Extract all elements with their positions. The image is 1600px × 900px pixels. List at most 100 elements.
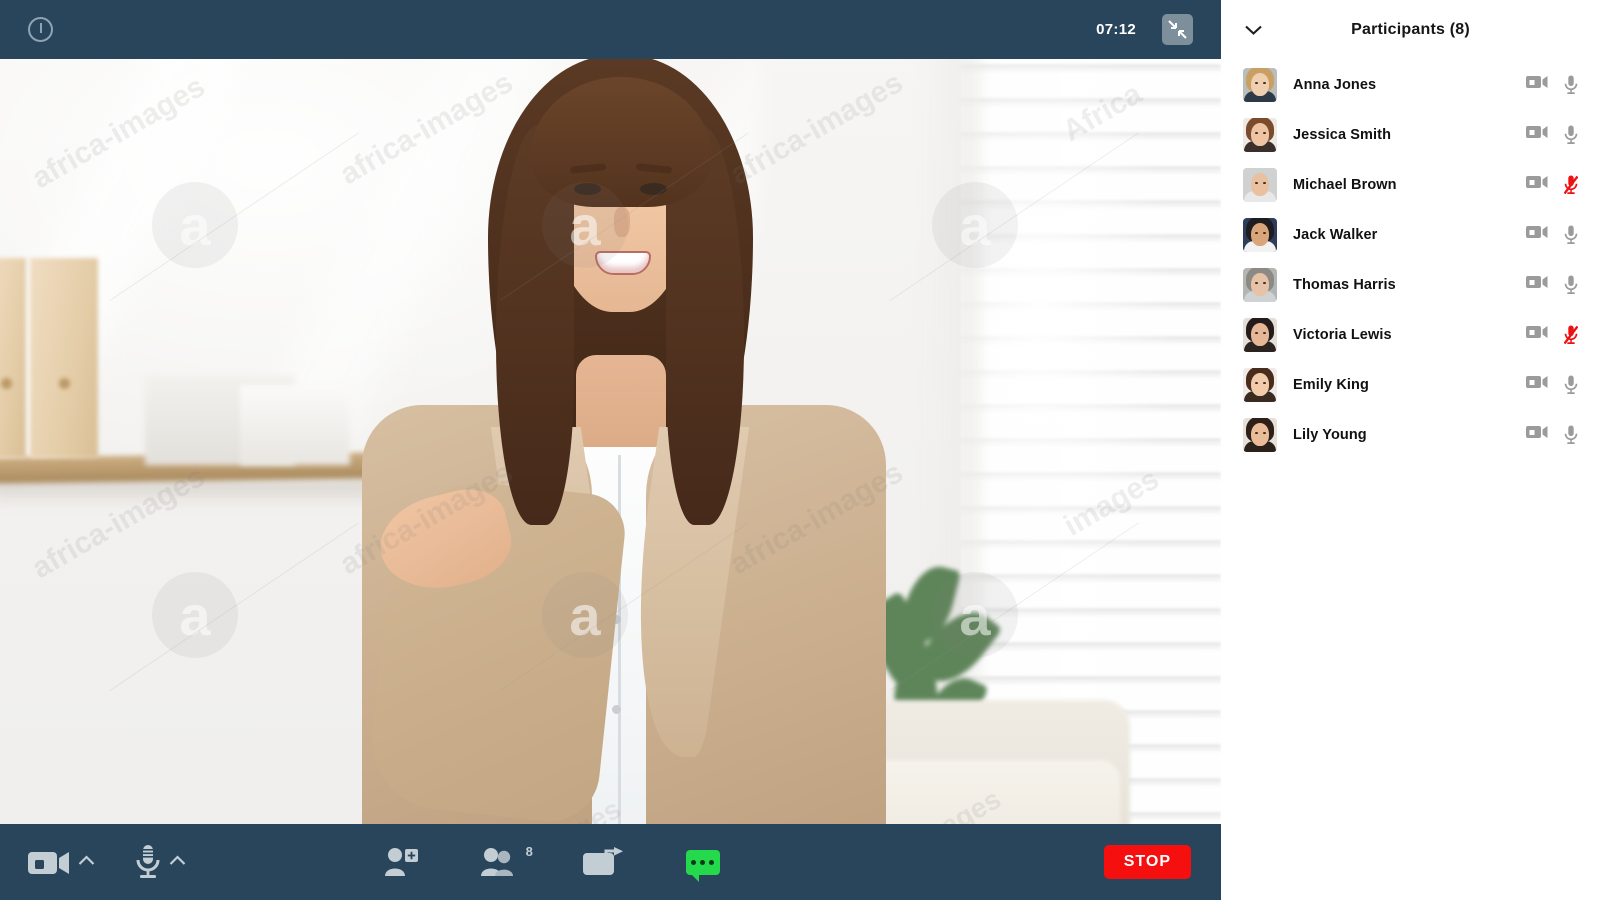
- toggle-microphone-button[interactable]: [135, 844, 161, 880]
- participant-status-icons: [1526, 175, 1578, 195]
- participant-row[interactable]: Victoria Lewis: [1221, 310, 1600, 360]
- share-screen-icon: [582, 847, 623, 875]
- participant-microphone-icon[interactable]: [1564, 225, 1578, 245]
- participant-row[interactable]: Michael Brown: [1221, 160, 1600, 210]
- participant-camera-icon[interactable]: [1526, 375, 1548, 395]
- microphone-icon: [136, 845, 160, 878]
- eye-right: [640, 183, 667, 195]
- video-camera-icon: [1526, 376, 1548, 388]
- participants-panel-header: Participants (8): [1221, 0, 1600, 60]
- video-call-window: a a a a a a africa-images africa-images …: [0, 0, 1600, 900]
- participant-status-icons: [1526, 375, 1578, 395]
- chat-dot: [709, 859, 715, 865]
- avatar: [1243, 268, 1277, 302]
- participants-panel: Participants (8) Anna Jones Jessica Smith…: [1221, 0, 1600, 900]
- chevron-up-icon: [169, 855, 186, 865]
- video-camera-icon: [1526, 426, 1548, 438]
- participant-status-icons: [1526, 225, 1578, 245]
- participant-camera-icon[interactable]: [1526, 425, 1548, 445]
- active-speaker-video: [318, 55, 918, 875]
- microphone-icon: [1564, 275, 1578, 294]
- person-plus-icon: [384, 848, 418, 876]
- participant-microphone-icon[interactable]: [1564, 425, 1578, 445]
- participant-camera-icon[interactable]: [1526, 125, 1548, 145]
- chat-dot: [700, 859, 706, 865]
- participant-row[interactable]: Lily Young: [1221, 410, 1600, 460]
- video-camera-icon: [1526, 176, 1548, 188]
- participant-microphone-icon[interactable]: [1564, 125, 1578, 145]
- participants-panel-title: Participants (8): [1351, 21, 1470, 38]
- add-participant-button[interactable]: [384, 847, 418, 877]
- video-camera-icon: [1526, 326, 1548, 338]
- avatar: [1243, 318, 1277, 352]
- mouth: [595, 251, 651, 275]
- participants-list-button[interactable]: 8: [480, 844, 533, 877]
- participant-name: Michael Brown: [1293, 177, 1397, 193]
- collapse-arrows-icon[interactable]: [1162, 14, 1193, 45]
- call-top-bar: 07:12: [0, 0, 1221, 59]
- microphone-icon: [1564, 425, 1578, 444]
- avatar: [1243, 218, 1277, 252]
- participant-camera-icon[interactable]: [1526, 225, 1548, 245]
- video-camera-icon: [1526, 226, 1548, 238]
- file-holder: [30, 258, 98, 458]
- toggle-camera-button[interactable]: [28, 849, 70, 876]
- participant-name: Jack Walker: [1293, 227, 1378, 243]
- participant-name: Jessica Smith: [1293, 127, 1392, 143]
- participant-microphone-icon[interactable]: [1564, 75, 1578, 95]
- participant-row[interactable]: Emily King: [1221, 360, 1600, 410]
- participant-microphone-icon[interactable]: [1564, 175, 1578, 195]
- participant-status-icons: [1526, 125, 1578, 145]
- call-duration: 07:12: [1096, 21, 1136, 38]
- file-holder: [0, 258, 26, 458]
- participant-status-icons: [1526, 425, 1578, 445]
- nose: [614, 207, 630, 237]
- microphone-icon: [1564, 125, 1578, 144]
- chevron-down-icon[interactable]: [1241, 18, 1265, 42]
- microphone-options-button[interactable]: [169, 853, 186, 871]
- stop-call-button[interactable]: STOP: [1103, 845, 1191, 879]
- microphone-icon: [1564, 225, 1578, 244]
- participant-microphone-icon[interactable]: [1564, 375, 1578, 395]
- share-screen-button[interactable]: [582, 847, 624, 877]
- avatar: [1243, 368, 1277, 402]
- participants-list: Anna Jones Jessica Smith Michael Brown Jack…: [1221, 60, 1600, 460]
- microphone-muted-icon: [1564, 175, 1578, 195]
- video-camera-icon: [28, 851, 69, 874]
- participant-row[interactable]: Anna Jones: [1221, 60, 1600, 110]
- chevron-up-icon: [78, 855, 95, 865]
- participant-camera-icon[interactable]: [1526, 325, 1548, 345]
- chat-button[interactable]: [685, 849, 720, 882]
- call-controls-toolbar: 8 STOP: [0, 824, 1221, 900]
- microphone-icon: [1564, 375, 1578, 394]
- participant-status-icons: [1526, 325, 1578, 345]
- participants-count-badge: 8: [525, 844, 533, 859]
- microphone-muted-icon: [1564, 325, 1578, 345]
- participant-name: Thomas Harris: [1293, 277, 1396, 293]
- participant-camera-icon[interactable]: [1526, 175, 1548, 195]
- clock-icon: [28, 17, 53, 42]
- microphone-icon: [1564, 75, 1578, 94]
- participant-microphone-icon[interactable]: [1564, 325, 1578, 345]
- avatar: [1243, 68, 1277, 102]
- participant-status-icons: [1526, 75, 1578, 95]
- avatar: [1243, 418, 1277, 452]
- participant-name: Victoria Lewis: [1293, 327, 1392, 343]
- participant-camera-icon[interactable]: [1526, 275, 1548, 295]
- participant-microphone-icon[interactable]: [1564, 275, 1578, 295]
- participant-row[interactable]: Jack Walker: [1221, 210, 1600, 260]
- participant-status-icons: [1526, 275, 1578, 295]
- avatar: [1243, 168, 1277, 202]
- participant-camera-icon[interactable]: [1526, 75, 1548, 95]
- participant-row[interactable]: Jessica Smith: [1221, 110, 1600, 160]
- media-controls-group: [0, 844, 192, 880]
- video-stage[interactable]: a a a a a a africa-images africa-images …: [0, 0, 1221, 900]
- participant-name: Anna Jones: [1293, 77, 1377, 93]
- camera-options-button[interactable]: [78, 853, 95, 871]
- video-camera-icon: [1526, 76, 1548, 88]
- meeting-actions-group: 8: [384, 844, 720, 882]
- chat-dot: [691, 859, 697, 865]
- participant-row[interactable]: Thomas Harris: [1221, 260, 1600, 310]
- participant-name: Lily Young: [1293, 427, 1367, 443]
- participant-name: Emily King: [1293, 377, 1369, 393]
